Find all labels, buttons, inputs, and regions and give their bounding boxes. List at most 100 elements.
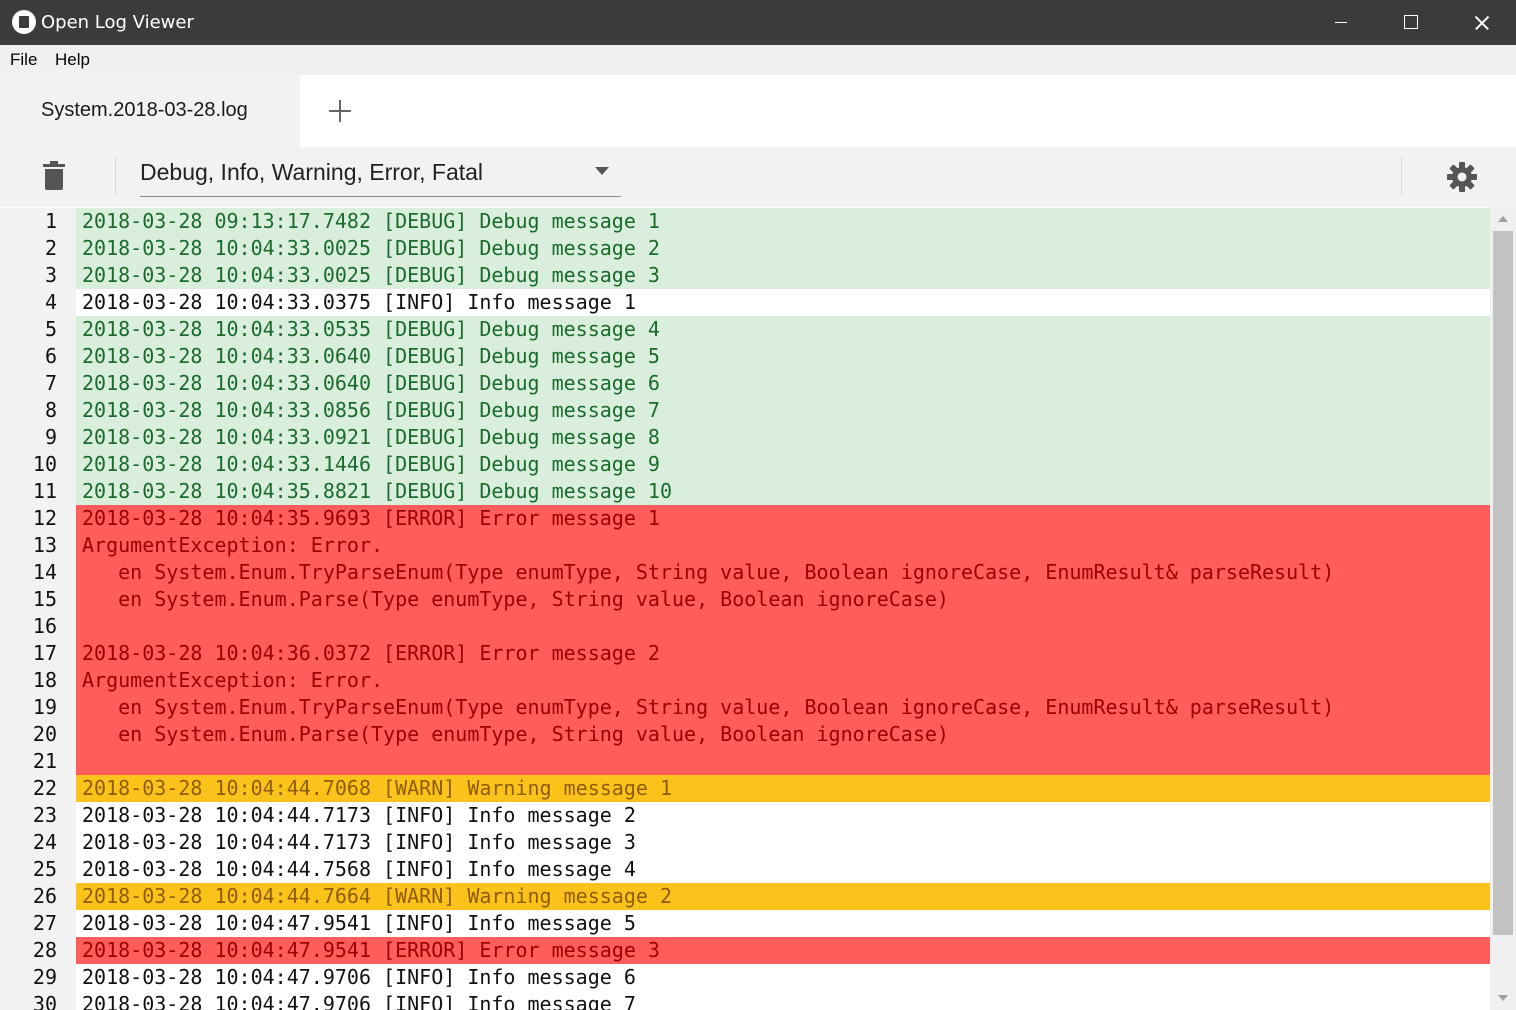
log-row[interactable]: 15 en System.Enum.Parse(Type enumType, S… xyxy=(0,586,1490,613)
log-line-text xyxy=(76,613,1490,640)
log-line-text: 2018-03-28 10:04:44.7173 [INFO] Info mes… xyxy=(76,829,1490,856)
app-window: Open Log Viewer File Help System.2018-03… xyxy=(0,0,1516,1010)
tab-strip: System.2018-03-28.log xyxy=(0,75,1516,147)
line-number: 9 xyxy=(0,424,76,451)
scroll-up-icon[interactable] xyxy=(1498,216,1508,222)
log-line-text: 2018-03-28 10:04:47.9706 [INFO] Info mes… xyxy=(76,991,1490,1010)
log-row[interactable]: 1 2018-03-28 09:13:17.7482 [DEBUG] Debug … xyxy=(0,208,1490,235)
log-row[interactable]: 2 2018-03-28 10:04:33.0025 [DEBUG] Debug … xyxy=(0,235,1490,262)
log-line-text: 2018-03-28 10:04:33.0375 [INFO] Info mes… xyxy=(76,289,1490,316)
log-row[interactable]: 24 2018-03-28 10:04:44.7173 [INFO] Info m… xyxy=(0,829,1490,856)
line-number: 11 xyxy=(0,478,76,505)
log-row[interactable]: 7 2018-03-28 10:04:33.0640 [DEBUG] Debug … xyxy=(0,370,1490,397)
log-line-text: en System.Enum.Parse(Type enumType, Stri… xyxy=(76,586,1490,613)
log-row[interactable]: 30 2018-03-28 10:04:47.9706 [INFO] Info m… xyxy=(0,991,1490,1010)
log-row[interactable]: 23 2018-03-28 10:04:44.7173 [INFO] Info m… xyxy=(0,802,1490,829)
line-number: 16 xyxy=(0,613,76,640)
log-line-text: 2018-03-28 10:04:35.9693 [ERROR] Error m… xyxy=(76,505,1490,532)
log-line-text: 2018-03-28 10:04:33.0535 [DEBUG] Debug m… xyxy=(76,316,1490,343)
line-number: 1 xyxy=(0,208,76,235)
level-filter-dropdown[interactable]: Debug, Info, Warning, Error, Fatal xyxy=(140,155,621,197)
log-line-text: 2018-03-28 10:04:44.7068 [WARN] Warning … xyxy=(76,775,1490,802)
line-number: 10 xyxy=(0,451,76,478)
line-number: 6 xyxy=(0,343,76,370)
line-number: 17 xyxy=(0,640,76,667)
scroll-down-icon[interactable] xyxy=(1498,995,1508,1001)
log-row[interactable]: 13 ArgumentException: Error. xyxy=(0,532,1490,559)
log-view[interactable]: 1 2018-03-28 09:13:17.7482 [DEBUG] Debug … xyxy=(0,207,1516,1010)
vertical-scrollbar[interactable] xyxy=(1490,207,1516,1010)
line-number: 15 xyxy=(0,586,76,613)
chevron-down-icon xyxy=(595,167,609,175)
log-line-text: 2018-03-28 10:04:33.0640 [DEBUG] Debug m… xyxy=(76,370,1490,397)
log-line-text xyxy=(76,748,1490,775)
log-line-text: ArgumentException: Error. xyxy=(76,667,1490,694)
close-icon[interactable] xyxy=(1446,0,1516,45)
log-line-text: 2018-03-28 10:04:33.0921 [DEBUG] Debug m… xyxy=(76,424,1490,451)
log-line-text: 2018-03-28 10:04:44.7568 [INFO] Info mes… xyxy=(76,856,1490,883)
log-line-text: en System.Enum.TryParseEnum(Type enumTyp… xyxy=(76,559,1490,586)
log-line-text: en System.Enum.Parse(Type enumType, Stri… xyxy=(76,721,1490,748)
menu-help[interactable]: Help xyxy=(55,50,90,70)
minimize-icon[interactable] xyxy=(1306,0,1376,45)
log-line-text: 2018-03-28 10:04:47.9541 [ERROR] Error m… xyxy=(76,937,1490,964)
line-number: 2 xyxy=(0,235,76,262)
line-number: 26 xyxy=(0,883,76,910)
line-number: 21 xyxy=(0,748,76,775)
line-number: 27 xyxy=(0,910,76,937)
log-row[interactable]: 19 en System.Enum.TryParseEnum(Type enum… xyxy=(0,694,1490,721)
log-row[interactable]: 8 2018-03-28 10:04:33.0856 [DEBUG] Debug … xyxy=(0,397,1490,424)
log-row[interactable]: 10 2018-03-28 10:04:33.1446 [DEBUG] Debug… xyxy=(0,451,1490,478)
gear-icon[interactable] xyxy=(1446,161,1478,193)
log-row[interactable]: 28 2018-03-28 10:04:47.9541 [ERROR] Error… xyxy=(0,937,1490,964)
log-row[interactable]: 20 en System.Enum.Parse(Type enumType, S… xyxy=(0,721,1490,748)
log-row[interactable]: 12 2018-03-28 10:04:35.9693 [ERROR] Error… xyxy=(0,505,1490,532)
log-line-text: 2018-03-28 10:04:33.0856 [DEBUG] Debug m… xyxy=(76,397,1490,424)
log-row[interactable]: 26 2018-03-28 10:04:44.7664 [WARN] Warnin… xyxy=(0,883,1490,910)
line-number: 28 xyxy=(0,937,76,964)
log-line-text: ArgumentException: Error. xyxy=(76,532,1490,559)
log-line-text: 2018-03-28 10:04:33.0025 [DEBUG] Debug m… xyxy=(76,262,1490,289)
log-line-text: 2018-03-28 09:13:17.7482 [DEBUG] Debug m… xyxy=(76,208,1490,235)
scroll-thumb[interactable] xyxy=(1493,231,1513,935)
log-line-text: 2018-03-28 10:04:47.9541 [INFO] Info mes… xyxy=(76,910,1490,937)
maximize-icon[interactable] xyxy=(1376,0,1446,45)
line-number: 30 xyxy=(0,991,76,1010)
log-row[interactable]: 29 2018-03-28 10:04:47.9706 [INFO] Info m… xyxy=(0,964,1490,991)
log-row[interactable]: 11 2018-03-28 10:04:35.8821 [DEBUG] Debug… xyxy=(0,478,1490,505)
line-number: 3 xyxy=(0,262,76,289)
log-row[interactable]: 21 xyxy=(0,748,1490,775)
add-tab-icon[interactable] xyxy=(324,95,356,127)
line-number: 25 xyxy=(0,856,76,883)
window-title: Open Log Viewer xyxy=(41,12,194,33)
line-number: 23 xyxy=(0,802,76,829)
log-line-text: 2018-03-28 10:04:36.0372 [ERROR] Error m… xyxy=(76,640,1490,667)
line-number: 22 xyxy=(0,775,76,802)
log-line-text: 2018-03-28 10:04:33.0640 [DEBUG] Debug m… xyxy=(76,343,1490,370)
line-number: 5 xyxy=(0,316,76,343)
log-row[interactable]: 22 2018-03-28 10:04:44.7068 [WARN] Warnin… xyxy=(0,775,1490,802)
line-number: 29 xyxy=(0,964,76,991)
line-number: 24 xyxy=(0,829,76,856)
log-row[interactable]: 25 2018-03-28 10:04:44.7568 [INFO] Info m… xyxy=(0,856,1490,883)
title-bar[interactable]: Open Log Viewer xyxy=(0,0,1516,45)
log-row[interactable]: 6 2018-03-28 10:04:33.0640 [DEBUG] Debug … xyxy=(0,343,1490,370)
log-line-text: 2018-03-28 10:04:35.8821 [DEBUG] Debug m… xyxy=(76,478,1490,505)
trash-icon[interactable] xyxy=(41,161,69,193)
tab-log-file[interactable]: System.2018-03-28.log xyxy=(0,75,300,147)
log-row[interactable]: 3 2018-03-28 10:04:33.0025 [DEBUG] Debug … xyxy=(0,262,1490,289)
toolbar-divider xyxy=(115,157,116,195)
log-line-text: 2018-03-28 10:04:44.7664 [WARN] Warning … xyxy=(76,883,1490,910)
toolbar: Debug, Info, Warning, Error, Fatal xyxy=(0,147,1516,207)
log-row[interactable]: 4 2018-03-28 10:04:33.0375 [INFO] Info me… xyxy=(0,289,1490,316)
log-row[interactable]: 14 en System.Enum.TryParseEnum(Type enum… xyxy=(0,559,1490,586)
log-row[interactable]: 16 xyxy=(0,613,1490,640)
level-filter-value: Debug, Info, Warning, Error, Fatal xyxy=(140,159,484,185)
log-row[interactable]: 27 2018-03-28 10:04:47.9541 [INFO] Info m… xyxy=(0,910,1490,937)
log-row[interactable]: 18 ArgumentException: Error. xyxy=(0,667,1490,694)
app-logo-icon xyxy=(12,10,36,34)
log-row[interactable]: 17 2018-03-28 10:04:36.0372 [ERROR] Error… xyxy=(0,640,1490,667)
log-row[interactable]: 9 2018-03-28 10:04:33.0921 [DEBUG] Debug … xyxy=(0,424,1490,451)
log-row[interactable]: 5 2018-03-28 10:04:33.0535 [DEBUG] Debug … xyxy=(0,316,1490,343)
menu-file[interactable]: File xyxy=(10,50,37,70)
